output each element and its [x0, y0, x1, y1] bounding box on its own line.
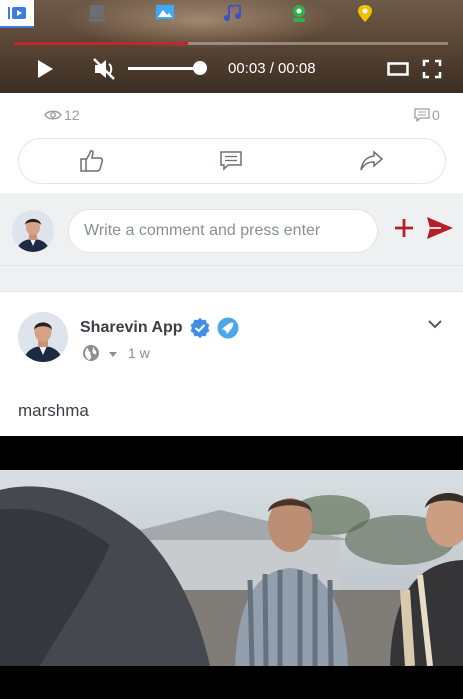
- comment-icon: [414, 108, 430, 122]
- rocket-icon: [217, 317, 239, 339]
- comment-composer: [0, 196, 463, 266]
- author-name[interactable]: Sharevin App: [80, 319, 183, 337]
- video-still-image: [0, 470, 463, 666]
- images-tab-icon: [156, 5, 174, 19]
- theater-mode-button[interactable]: [385, 58, 411, 80]
- comment-button[interactable]: [201, 139, 261, 183]
- caret-down-icon: [109, 352, 117, 357]
- chevron-down-icon: [428, 320, 442, 329]
- post-text: marshma: [18, 401, 89, 420]
- video-progress-bar[interactable]: [14, 42, 448, 45]
- post-card: Sharevin App 1 w marshma: [0, 291, 463, 699]
- tab-webcam[interactable]: [282, 0, 316, 28]
- webcam-tab-icon: [293, 5, 305, 22]
- video-controls: 00:03 / 00:08: [0, 52, 463, 86]
- volume-slider[interactable]: [128, 67, 200, 70]
- video-frame: [0, 470, 463, 666]
- tab-music[interactable]: [215, 0, 249, 28]
- play-icon: [38, 60, 53, 78]
- post-time: 1 w: [128, 345, 150, 361]
- fullscreen-button[interactable]: [419, 57, 445, 81]
- post-video[interactable]: [0, 436, 463, 699]
- plus-icon: [395, 219, 413, 237]
- play-button[interactable]: [32, 56, 58, 82]
- globe-icon: [83, 345, 99, 361]
- current-user-avatar[interactable]: [12, 210, 54, 252]
- pro-badge: [217, 317, 239, 339]
- post-footer: 12 0: [0, 93, 463, 193]
- share-button[interactable]: [342, 139, 402, 183]
- comment-count[interactable]: 0: [414, 107, 440, 123]
- volume-slider-handle[interactable]: [193, 61, 207, 75]
- eye-icon: [44, 110, 62, 120]
- volume-slider-fill: [128, 67, 200, 70]
- mute-button[interactable]: [90, 56, 120, 82]
- author-avatar[interactable]: [18, 312, 68, 362]
- post-options-button[interactable]: [425, 314, 445, 334]
- tab-documents[interactable]: [80, 0, 114, 28]
- tab-location[interactable]: [348, 0, 382, 28]
- post-actions: [18, 138, 446, 184]
- verified-check-icon: [190, 318, 210, 338]
- videos-tab-icon: [8, 7, 26, 19]
- theater-mode-icon: [387, 62, 409, 76]
- like-button[interactable]: [62, 139, 122, 183]
- fullscreen-icon: [422, 59, 442, 79]
- send-icon: [427, 217, 453, 239]
- post-meta: 1 w: [82, 344, 150, 362]
- privacy-dropdown-button[interactable]: [108, 345, 118, 361]
- avatar-image: [18, 312, 68, 362]
- video-time-display: 00:03 / 00:08: [228, 60, 316, 77]
- thumbs-up-icon: [80, 150, 104, 172]
- tab-videos[interactable]: [0, 0, 34, 28]
- music-tab-icon: [224, 5, 241, 21]
- video-progress-fill: [14, 42, 188, 45]
- add-attachment-button[interactable]: [392, 216, 416, 240]
- verified-badge: [189, 317, 211, 339]
- view-count: 12: [44, 107, 80, 123]
- feed-page: 00:03 / 00:08 12 0 Write a comment and p…: [0, 0, 463, 699]
- comment-count-value: 0: [432, 107, 440, 123]
- send-comment-button[interactable]: [425, 215, 455, 241]
- volume-muted-icon: [93, 58, 115, 80]
- avatar-image: [12, 210, 54, 252]
- video-player[interactable]: 00:03 / 00:08: [0, 0, 463, 93]
- share-icon: [360, 150, 384, 171]
- tab-images[interactable]: [148, 0, 182, 28]
- documents-tab-icon: [89, 5, 105, 22]
- view-count-value: 12: [64, 107, 80, 123]
- media-tab-bar: [0, 0, 463, 28]
- comment-icon: [220, 151, 242, 171]
- location-tab-icon: [358, 5, 372, 22]
- comment-input[interactable]: [68, 209, 378, 253]
